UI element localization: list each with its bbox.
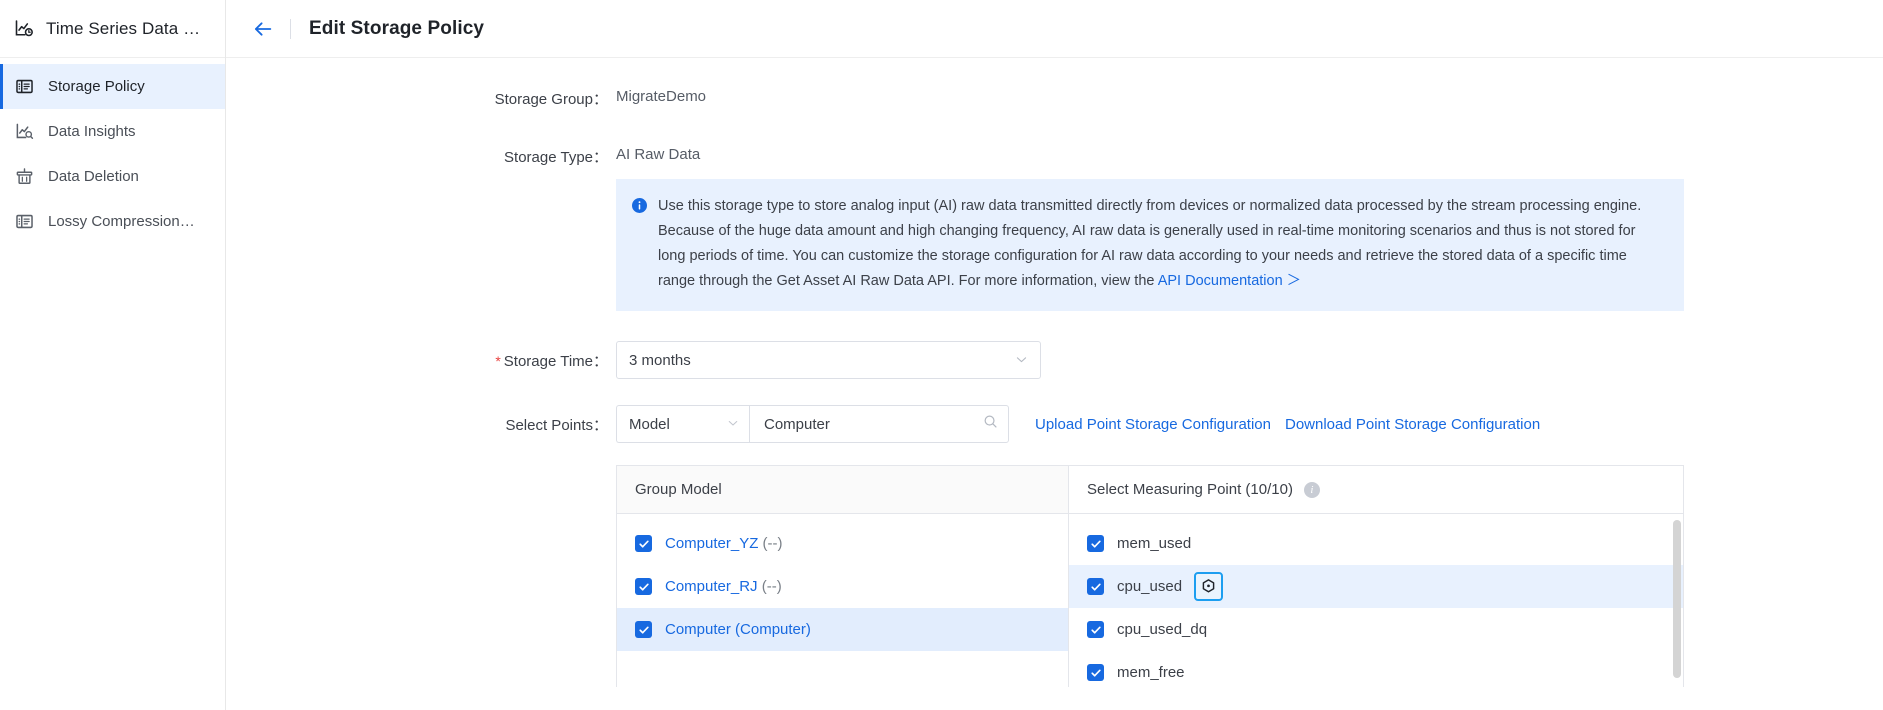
group-model-suffix: (--): [761, 578, 782, 595]
storage-group-label: Storage Group：: [494, 91, 608, 108]
checkbox-checked-icon[interactable]: [1087, 578, 1104, 595]
page-header: Edit Storage Policy: [226, 0, 1883, 58]
measuring-point-list: mem_used cpu_used cpu_used_dq mem_free: [1069, 514, 1683, 687]
group-model-name: Computer_RJ: [665, 578, 758, 595]
measuring-point-header: Select Measuring Point (10/10) i: [1069, 466, 1683, 513]
group-model-list: Computer_YZ (--) Computer_RJ (--) Comput…: [617, 514, 1069, 687]
storage-time-value: 3 months: [629, 351, 691, 369]
measuring-point-label: cpu_used_dq: [1117, 621, 1208, 638]
chart-search-icon: [14, 122, 34, 142]
storage-time-label: * Storage Time：: [226, 350, 616, 371]
checkbox-checked-icon[interactable]: [635, 535, 652, 552]
points-table: Group Model Select Measuring Point (10/1…: [616, 465, 1684, 687]
select-points-label: Select Points：: [505, 416, 608, 434]
checkbox-checked-icon[interactable]: [635, 578, 652, 595]
table-body: Computer_YZ (--) Computer_RJ (--) Comput…: [617, 514, 1683, 687]
measuring-point-row-highlighted[interactable]: cpu_used: [1069, 565, 1683, 608]
group-model-label: Computer_RJ (--): [665, 578, 782, 595]
brand-title: Time Series Data …: [46, 18, 201, 38]
trash-broom-icon: [14, 167, 34, 187]
storage-type-value: AI Raw Data: [616, 146, 701, 163]
page-title: Edit Storage Policy: [309, 17, 485, 39]
chevron-down-icon: [727, 417, 739, 431]
group-model-row[interactable]: Computer_RJ (--): [617, 565, 1068, 608]
group-model-label: Computer_YZ (--): [665, 535, 783, 552]
sidebar-item-lossy-compression[interactable]: Lossy Compression…: [0, 199, 225, 244]
list-panel-icon: [14, 77, 34, 97]
group-model-row[interactable]: Computer_YZ (--): [617, 522, 1068, 565]
info-icon[interactable]: i: [1303, 481, 1320, 498]
select-points-mode-value: Model: [629, 415, 670, 433]
group-model-suffix: (--): [762, 535, 783, 552]
search-input[interactable]: [762, 414, 967, 434]
sidebar-item-data-deletion[interactable]: Data Deletion: [0, 154, 225, 199]
group-model-name: Computer: [665, 621, 731, 638]
list-panel-icon: [14, 212, 34, 232]
sidebar-item-label: Data Insights: [48, 123, 136, 140]
sidebar: Time Series Data … Storage Policy Data I…: [0, 0, 226, 710]
select-points-controls: Model: [616, 405, 1009, 443]
storage-time-label-text: Storage Time：: [503, 352, 608, 370]
sidebar-item-data-insights[interactable]: Data Insights: [0, 109, 225, 154]
download-point-storage-config-link[interactable]: Download Point Storage Configuration: [1285, 416, 1540, 433]
select-points-mode-select[interactable]: Model: [616, 405, 749, 443]
checkbox-checked-icon[interactable]: [1087, 621, 1104, 638]
checkbox-checked-icon[interactable]: [1087, 664, 1104, 681]
storage-type-row: Storage Type： AI Raw Data: [226, 146, 1883, 167]
measuring-point-row[interactable]: mem_used: [1069, 522, 1683, 565]
group-model-label: Computer (Computer): [665, 621, 811, 638]
table-header: Group Model Select Measuring Point (10/1…: [617, 466, 1683, 514]
chevron-down-icon: [1015, 353, 1028, 368]
timeseries-chart-icon: [14, 19, 34, 39]
group-model-suffix: (Computer): [735, 621, 811, 638]
search-icon[interactable]: [983, 414, 998, 434]
sidebar-item-storage-policy[interactable]: Storage Policy: [0, 64, 225, 109]
header-divider: [290, 18, 291, 39]
measuring-point-header-label: Select Measuring Point (10/10): [1087, 481, 1293, 498]
brand-header: Time Series Data …: [0, 0, 225, 58]
main-panel: Edit Storage Policy Storage Group： Migra…: [226, 0, 1883, 710]
info-banner-body: Use this storage type to store analog in…: [658, 198, 1642, 289]
sidebar-item-label: Storage Policy: [48, 78, 145, 95]
app-root: Time Series Data … Storage Policy Data I…: [0, 0, 1883, 710]
measuring-point-row[interactable]: mem_free: [1069, 651, 1683, 687]
storage-group-row: Storage Group： MigrateDemo: [226, 88, 1883, 109]
measuring-point-label: cpu_used: [1117, 578, 1183, 595]
storage-time-select[interactable]: 3 months: [616, 341, 1041, 379]
config-links: Upload Point Storage Configuration Downl…: [1035, 416, 1540, 433]
sidebar-item-label: Lossy Compression…: [48, 213, 195, 230]
measuring-point-row[interactable]: cpu_used_dq: [1069, 608, 1683, 651]
select-points-row: Select Points： Model Computer Upload Poi…: [226, 405, 1883, 443]
arrow-left-icon[interactable]: [246, 12, 280, 46]
sidebar-item-label: Data Deletion: [48, 168, 139, 185]
api-documentation-link[interactable]: API Documentation ＞: [1158, 273, 1301, 289]
storage-group-value: MigrateDemo: [616, 88, 707, 105]
info-banner: Use this storage type to store analog in…: [616, 179, 1684, 311]
group-model-row-selected[interactable]: Computer (Computer): [617, 608, 1068, 651]
hexagon-settings-icon[interactable]: [1194, 572, 1224, 601]
info-circle-icon: [632, 198, 647, 218]
info-banner-text: Use this storage type to store analog in…: [658, 194, 1666, 294]
select-points-search-box[interactable]: [749, 405, 1009, 443]
sidebar-nav: Storage Policy Data Insights Data Deleti…: [0, 58, 225, 244]
measuring-point-label: mem_free: [1117, 664, 1185, 681]
checkbox-checked-icon[interactable]: [1087, 535, 1104, 552]
vertical-scrollbar[interactable]: [1673, 520, 1681, 678]
storage-time-row: * Storage Time： 3 months: [226, 341, 1883, 379]
measuring-point-label: mem_used: [1117, 535, 1192, 552]
storage-type-label: Storage Type：: [504, 149, 608, 166]
required-asterisk: *: [495, 352, 501, 369]
upload-point-storage-config-link[interactable]: Upload Point Storage Configuration: [1035, 416, 1271, 433]
group-model-header: Group Model: [617, 466, 1069, 513]
checkbox-checked-icon[interactable]: [635, 621, 652, 638]
form-content: Storage Group： MigrateDemo Storage Type：…: [226, 58, 1883, 710]
group-model-name: Computer_YZ: [665, 535, 759, 552]
